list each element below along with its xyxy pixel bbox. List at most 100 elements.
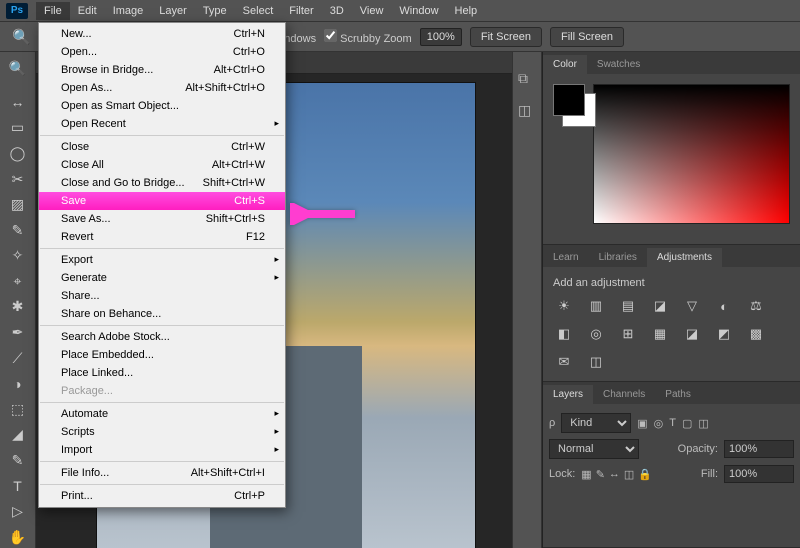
adjustment-icon-3[interactable]: ◪ xyxy=(649,297,671,315)
menu-file[interactable]: File xyxy=(36,2,70,20)
tool-5[interactable]: ✎ xyxy=(5,219,31,241)
tool-11[interactable]: ◑ xyxy=(5,373,31,395)
tool-16[interactable]: ▷ xyxy=(5,501,31,523)
kind-filter[interactable]: Kind xyxy=(561,413,631,433)
tool-9[interactable]: ✒ xyxy=(5,322,31,344)
tool-4[interactable]: ▨ xyxy=(5,194,31,216)
layer-filter-1[interactable]: ◎ xyxy=(654,417,664,430)
layer-filter-4[interactable]: ◫ xyxy=(698,417,708,430)
tool-15[interactable]: T xyxy=(5,475,31,497)
color-tab-color[interactable]: Color xyxy=(543,55,587,74)
adjust-tab-adjustments[interactable]: Adjustments xyxy=(647,248,722,267)
tool-17[interactable]: ✋ xyxy=(5,526,31,548)
adjustment-icon-9[interactable]: ⊞ xyxy=(617,325,639,343)
opacity-field[interactable]: 100% xyxy=(724,440,794,458)
lock-icon-4[interactable]: 🔒 xyxy=(638,468,652,481)
menu-image[interactable]: Image xyxy=(105,2,152,20)
menu-item-scripts[interactable]: Scripts xyxy=(39,423,285,441)
tool-14[interactable]: ✎ xyxy=(5,450,31,472)
tool-12[interactable]: ⬚ xyxy=(5,399,31,421)
adjustment-icon-12[interactable]: ◩ xyxy=(713,325,735,343)
adjustment-icon-14[interactable]: ✉ xyxy=(553,353,575,371)
menu-filter[interactable]: Filter xyxy=(281,2,321,20)
menu-item-place-linked[interactable]: Place Linked... xyxy=(39,364,285,382)
menu-item-print[interactable]: Print...Ctrl+P xyxy=(39,487,285,505)
menu-item-save-as[interactable]: Save As...Shift+Ctrl+S xyxy=(39,210,285,228)
menu-item-open-as-smart-object[interactable]: Open as Smart Object... xyxy=(39,97,285,115)
menu-item-close-all[interactable]: Close AllAlt+Ctrl+W xyxy=(39,156,285,174)
blend-mode-select[interactable]: Normal xyxy=(549,439,639,459)
adjustment-icon-8[interactable]: ◎ xyxy=(585,325,607,343)
menu-item-export[interactable]: Export xyxy=(39,251,285,269)
adjustment-icon-6[interactable]: ⚖ xyxy=(745,297,767,315)
layers-tab-channels[interactable]: Channels xyxy=(593,385,655,404)
menu-layer[interactable]: Layer xyxy=(151,2,195,20)
adjustment-icon-2[interactable]: ▤ xyxy=(617,297,639,315)
adjustment-icon-5[interactable]: ◐ xyxy=(713,297,735,315)
dock-icon-2[interactable]: ◫ xyxy=(518,102,536,120)
lock-icon-1[interactable]: ✎ xyxy=(596,468,605,481)
adjustment-icon-10[interactable]: ▦ xyxy=(649,325,671,343)
color-spectrum[interactable] xyxy=(593,84,790,224)
menu-item-import[interactable]: Import xyxy=(39,441,285,459)
adjust-tab-learn[interactable]: Learn xyxy=(543,248,589,267)
tool-10[interactable]: ⟋ xyxy=(5,347,31,369)
lock-icon-3[interactable]: ◫ xyxy=(624,468,634,481)
layer-filter-0[interactable]: ▣ xyxy=(637,417,647,430)
scrubby-zoom-check[interactable]: Scrubby Zoom xyxy=(324,29,412,45)
menu-item-share[interactable]: Share... xyxy=(39,287,285,305)
menu-item-browse-in-bridge[interactable]: Browse in Bridge...Alt+Ctrl+O xyxy=(39,61,285,79)
menu-item-open-recent[interactable]: Open Recent xyxy=(39,115,285,133)
menu-item-place-embedded[interactable]: Place Embedded... xyxy=(39,346,285,364)
layer-filter-3[interactable]: ▢ xyxy=(682,417,692,430)
menu-item-generate[interactable]: Generate xyxy=(39,269,285,287)
adjust-tab-libraries[interactable]: Libraries xyxy=(589,248,647,267)
tool-8[interactable]: ✱ xyxy=(5,296,31,318)
menu-item-close[interactable]: CloseCtrl+W xyxy=(39,138,285,156)
zoom-level-field[interactable]: 100% xyxy=(420,28,462,46)
search-icon[interactable]: 🔍 xyxy=(5,58,31,80)
adjustment-icon-0[interactable]: ☀ xyxy=(553,297,575,315)
color-tab-swatches[interactable]: Swatches xyxy=(587,55,650,74)
tool-13[interactable]: ◢ xyxy=(5,424,31,446)
layers-tab-layers[interactable]: Layers xyxy=(543,385,593,404)
menu-edit[interactable]: Edit xyxy=(70,2,105,20)
menu-item-new[interactable]: New...Ctrl+N xyxy=(39,25,285,43)
adjustment-icon-11[interactable]: ◪ xyxy=(681,325,703,343)
menu-item-file-info[interactable]: File Info...Alt+Shift+Ctrl+I xyxy=(39,464,285,482)
menu-item-open[interactable]: Open...Ctrl+O xyxy=(39,43,285,61)
menu-item-revert[interactable]: RevertF12 xyxy=(39,228,285,246)
menu-item-search-adobe-stock[interactable]: Search Adobe Stock... xyxy=(39,328,285,346)
tool-1[interactable]: ▭ xyxy=(5,117,31,139)
fit-screen-button[interactable]: Fit Screen xyxy=(470,27,542,47)
tool-0[interactable]: ↔ xyxy=(5,92,31,114)
menu-type[interactable]: Type xyxy=(195,2,235,20)
layers-tab-paths[interactable]: Paths xyxy=(655,385,701,404)
menu-window[interactable]: Window xyxy=(391,2,446,20)
kind-search-icon[interactable]: ρ xyxy=(549,417,555,429)
lock-icon-2[interactable]: ↔ xyxy=(609,468,620,481)
fill-screen-button[interactable]: Fill Screen xyxy=(550,27,624,47)
menu-item-close-and-go-to-bridge[interactable]: Close and Go to Bridge...Shift+Ctrl+W xyxy=(39,174,285,192)
adjustment-icon-1[interactable]: ▥ xyxy=(585,297,607,315)
adjustment-icon-13[interactable]: ▩ xyxy=(745,325,767,343)
fill-field[interactable]: 100% xyxy=(724,465,794,483)
tool-7[interactable]: ⌖ xyxy=(5,271,31,293)
dock-icon-1[interactable]: ⧉ xyxy=(518,70,536,88)
menu-select[interactable]: Select xyxy=(235,2,282,20)
adjustment-icon-4[interactable]: ▽ xyxy=(681,297,703,315)
adjustment-icon-7[interactable]: ◧ xyxy=(553,325,575,343)
adjustment-icon-15[interactable]: ◫ xyxy=(585,353,607,371)
foreground-color[interactable] xyxy=(553,84,585,116)
menu-3d[interactable]: 3D xyxy=(322,2,352,20)
menu-item-open-as[interactable]: Open As...Alt+Shift+Ctrl+O xyxy=(39,79,285,97)
menu-view[interactable]: View xyxy=(352,2,392,20)
menu-help[interactable]: Help xyxy=(447,2,486,20)
layer-filter-2[interactable]: T xyxy=(669,417,676,430)
menu-item-share-on-behance[interactable]: Share on Behance... xyxy=(39,305,285,323)
tool-2[interactable]: ◯ xyxy=(5,143,31,165)
lock-icon-0[interactable]: ▦ xyxy=(581,468,591,481)
menu-item-save[interactable]: SaveCtrl+S xyxy=(39,192,285,210)
tool-3[interactable]: ✂ xyxy=(5,168,31,190)
menu-item-automate[interactable]: Automate xyxy=(39,405,285,423)
